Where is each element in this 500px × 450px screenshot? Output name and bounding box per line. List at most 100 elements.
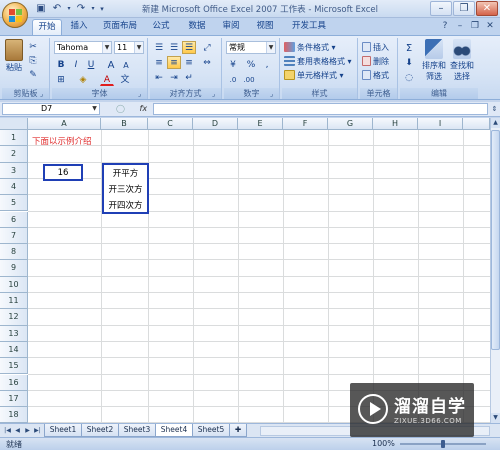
row-header[interactable]: 15 <box>0 358 28 375</box>
worksheet-grid[interactable]: A B C D E F G H I 1 2 3 4 5 6 7 8 9 10 11 12 13 14 15 1… <box>0 118 490 423</box>
tab-data[interactable]: 数据 <box>182 19 212 35</box>
column-header-g[interactable]: G <box>328 118 373 130</box>
close-button[interactable]: ✕ <box>476 1 498 16</box>
alignment-launcher-icon[interactable]: ⌟ <box>212 90 220 98</box>
sort-filter-button[interactable]: 排序和 筛选 <box>420 39 448 82</box>
column-header-f[interactable]: F <box>283 118 328 130</box>
redo-icon[interactable]: ↷ <box>74 2 88 16</box>
sheet-tab-3[interactable]: Sheet3 <box>118 424 156 437</box>
increase-decimal-icon[interactable]: .0 <box>226 73 240 86</box>
sheet-tab-5[interactable]: Sheet5 <box>192 424 230 437</box>
sheet-tab-1[interactable]: Sheet1 <box>44 424 82 437</box>
italic-button[interactable]: I <box>69 58 83 71</box>
decrease-decimal-icon[interactable]: .00 <box>242 73 256 86</box>
redo-dropdown-icon[interactable]: ▾ <box>90 2 96 16</box>
row-header[interactable]: 12 <box>0 309 28 326</box>
scroll-up-icon[interactable]: ▲ <box>491 118 500 128</box>
comma-button[interactable]: , <box>260 58 274 71</box>
font-color-button[interactable]: A <box>100 73 114 86</box>
row-header[interactable]: 16 <box>0 374 28 391</box>
column-header-b[interactable]: B <box>101 118 148 130</box>
scroll-down-icon[interactable]: ▼ <box>491 413 500 423</box>
row-header[interactable]: 7 <box>0 227 28 245</box>
tab-developer[interactable]: 开发工具 <box>286 19 332 35</box>
column-header-a[interactable]: A <box>28 118 101 130</box>
office-button[interactable] <box>2 2 28 28</box>
customize-qat-icon[interactable]: ▾ <box>98 2 106 16</box>
formula-input[interactable] <box>153 103 488 115</box>
cell-styles-button[interactable]: 单元格样式 ▾ <box>284 69 344 82</box>
fill-icon[interactable]: ⬇ <box>402 56 416 69</box>
row-header[interactable]: 11 <box>0 293 28 310</box>
copy-icon[interactable]: ⎘ <box>26 54 40 67</box>
row-header[interactable]: 3 <box>0 162 28 179</box>
zoom-slider-knob[interactable] <box>441 440 445 448</box>
column-header-c[interactable]: C <box>148 118 193 130</box>
format-cells-button[interactable]: 格式 <box>362 69 389 82</box>
tab-page-layout[interactable]: 页面布局 <box>98 19 142 35</box>
font-size-combo[interactable]: 11 ▼ <box>114 41 144 54</box>
row-header[interactable]: 6 <box>0 211 28 228</box>
clipboard-launcher-icon[interactable]: ⌟ <box>40 90 48 98</box>
select-all-corner[interactable] <box>0 118 28 130</box>
cut-icon[interactable]: ✂ <box>26 40 40 53</box>
undo-dropdown-icon[interactable]: ▾ <box>66 2 72 16</box>
close-workbook-icon[interactable]: ✕ <box>484 20 496 32</box>
restore-workbook-icon[interactable]: ❐ <box>469 20 481 32</box>
phonetic-icon[interactable]: 文 <box>118 73 132 86</box>
align-bottom-icon[interactable]: ☰ <box>182 41 196 54</box>
autosum-button[interactable]: Σ <box>402 41 416 54</box>
delete-cells-button[interactable]: 删除 <box>362 55 389 68</box>
borders-icon[interactable]: ⊞ <box>54 73 68 86</box>
cell-a1[interactable]: 下面以示例介绍 <box>32 135 92 147</box>
first-sheet-icon[interactable]: |◀ <box>3 425 12 436</box>
minimize-button[interactable]: – <box>430 1 452 16</box>
column-header-h[interactable]: H <box>373 118 418 130</box>
row-header[interactable]: 14 <box>0 341 28 359</box>
number-format-combo[interactable]: 常规 ▼ <box>226 41 276 54</box>
vertical-scrollbar[interactable]: ▲ ▼ <box>490 118 500 423</box>
align-right-icon[interactable]: ≡ <box>182 56 196 69</box>
paste-button[interactable]: 粘贴 <box>4 39 24 73</box>
scroll-thumb[interactable] <box>491 130 500 350</box>
fill-color-icon[interactable]: ◈ <box>76 73 90 86</box>
increase-indent-icon[interactable]: ⇥ <box>167 71 181 84</box>
align-center-icon[interactable]: ≡ <box>167 56 181 69</box>
insert-cells-button[interactable]: 插入 <box>362 41 389 54</box>
find-select-button[interactable]: 查找和 选择 <box>448 39 476 82</box>
conditional-format-button[interactable]: 条件格式 ▾ <box>284 41 336 54</box>
last-sheet-icon[interactable]: ▶| <box>33 425 42 436</box>
font-launcher-icon[interactable]: ⌟ <box>138 90 146 98</box>
orientation-icon[interactable]: ⤢ <box>200 41 214 54</box>
align-middle-icon[interactable]: ☰ <box>167 41 181 54</box>
row-header[interactable]: 18 <box>0 407 28 423</box>
expand-formula-bar-icon[interactable]: ⇕ <box>490 104 499 114</box>
column-header-next[interactable] <box>463 118 490 130</box>
tab-insert[interactable]: 插入 <box>64 19 94 35</box>
column-header-d[interactable]: D <box>193 118 238 130</box>
row-header[interactable]: 5 <box>0 195 28 212</box>
shrink-font-button[interactable]: A <box>119 58 133 71</box>
wrap-text-icon[interactable]: ↵ <box>182 71 196 84</box>
format-painter-icon[interactable]: ✎ <box>26 68 40 81</box>
bold-button[interactable]: B <box>54 58 68 71</box>
row-header[interactable]: 2 <box>0 146 28 163</box>
cell-b3-b5-box[interactable]: 开平方 开三次方 开四次方 <box>102 163 149 214</box>
tab-home[interactable]: 开始 <box>32 19 62 35</box>
sheet-tab-2[interactable]: Sheet2 <box>81 424 119 437</box>
tab-view[interactable]: 视图 <box>250 19 280 35</box>
row-header[interactable]: 13 <box>0 325 28 342</box>
insert-function-button[interactable]: fx <box>140 104 148 113</box>
sheet-tab-4[interactable]: Sheet4 <box>155 424 193 437</box>
merge-center-icon[interactable]: ⇔ <box>200 56 214 69</box>
cell-a3-box[interactable]: 16 <box>43 164 83 181</box>
insert-sheet-icon[interactable]: ✚ <box>229 424 247 437</box>
align-left-icon[interactable]: ≡ <box>152 56 166 69</box>
save-icon[interactable]: ▣ <box>34 2 48 16</box>
percent-button[interactable]: % <box>244 58 258 71</box>
name-box[interactable]: D7 ▼ <box>2 103 100 115</box>
tab-review[interactable]: 审阅 <box>216 19 246 35</box>
row-header[interactable]: 1 <box>0 130 28 147</box>
font-name-combo[interactable]: Tahoma ▼ <box>54 41 112 54</box>
align-top-icon[interactable]: ☰ <box>152 41 166 54</box>
